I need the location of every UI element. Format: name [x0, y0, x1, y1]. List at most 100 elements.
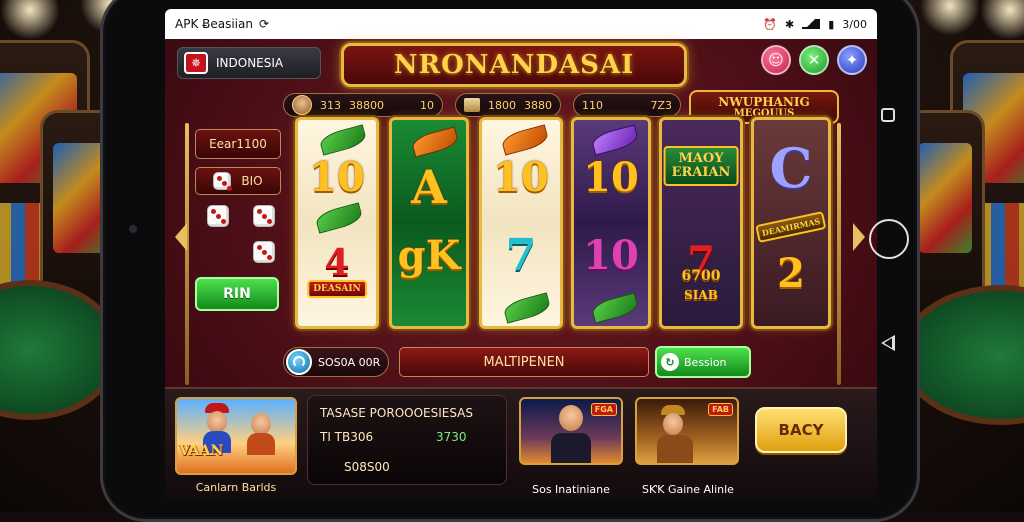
person-icon[interactable]: ☺ [761, 45, 791, 75]
stats-value: 3730 [436, 430, 467, 444]
globe-icon [286, 349, 312, 375]
leaf-icon [590, 124, 640, 156]
leaf-icon [314, 202, 364, 234]
status-bar: APK Ƀeasiian ⟳ ⏰ ✱ ▮ 3/00 [165, 9, 877, 39]
sync-icon: ⟳ [258, 17, 270, 31]
play-button[interactable]: BACY [755, 407, 847, 453]
reel-symbol: C [769, 136, 813, 200]
reel-symbol: 10 [493, 154, 549, 201]
bet-button[interactable]: Eear1100 [195, 129, 281, 159]
flag-icon: ✵ [184, 52, 208, 74]
balance-count: 10 [420, 98, 434, 112]
promo-logo: VAAN [179, 443, 224, 459]
home-icon[interactable] [869, 219, 909, 259]
alarm-icon: ⏰ [763, 17, 778, 31]
reel-symbol: 4 [324, 242, 350, 284]
dice-button[interactable]: BIO [195, 167, 281, 195]
back-icon[interactable] [881, 335, 895, 351]
leaf-icon [500, 124, 550, 156]
reel-tag: DEAMIRMAS [755, 210, 827, 244]
character-body [657, 435, 693, 463]
ceiling-light [920, 0, 980, 36]
character-face [207, 411, 227, 433]
reel-text: SIAB [684, 288, 718, 302]
stats-title: TASASE POROOOESIESAS [320, 406, 474, 420]
reel-symbol: 10 [309, 154, 365, 201]
player-card[interactable]: FAB [635, 397, 739, 465]
reel-3: 10 7 [479, 117, 563, 329]
leaf-icon [410, 126, 460, 158]
character-face [559, 405, 583, 431]
reel-5: MAOY ERAIAN 7 6700 SIAB [659, 117, 743, 329]
promo-card[interactable]: VAAN [175, 397, 297, 475]
game-title: NRONANDASAI [393, 50, 635, 80]
bluetooth-icon: ✱ [785, 17, 795, 31]
balance-value: 38800 [349, 98, 384, 112]
win-pill: 110 7Z3 [573, 93, 681, 117]
dice-icon [253, 241, 275, 263]
player-id: 313 [320, 98, 341, 112]
reel-6: C DEAMIRMAS 2 [751, 117, 831, 329]
character-face [663, 413, 683, 435]
dice-icon [207, 205, 229, 227]
character-body [247, 433, 275, 455]
player-card[interactable]: FGA [519, 397, 623, 465]
card-tag: FGA [590, 403, 617, 416]
player-caption: SƘK Gaine Alinle [642, 483, 734, 496]
reel-symbol: 10 [583, 232, 639, 279]
reel-symbol: 7 [505, 230, 537, 281]
reel-symbol: A [411, 160, 447, 214]
character-face [251, 413, 271, 435]
globe-label: SOS0A 00R [318, 355, 381, 369]
reel-symbol: 10 [583, 154, 639, 201]
reel-tag-line-2: ERAIAN [671, 165, 731, 180]
dice-icon [213, 172, 232, 190]
leaf-icon [318, 124, 368, 156]
win-value-a: 110 [582, 98, 603, 112]
globe-button[interactable]: SOS0A 00R [283, 347, 389, 377]
reel-4: 10 10 [571, 117, 651, 329]
reel-tag-line-1: MAOY [678, 151, 724, 166]
session-button[interactable]: ↻ Bession [655, 346, 751, 378]
reel-text: 6700 [681, 268, 721, 284]
bet-value-b: 3880 [524, 98, 552, 112]
left-rail [185, 123, 189, 385]
signal-icon [802, 19, 821, 29]
front-camera [129, 225, 137, 233]
dice-icon [253, 205, 275, 227]
scroll-icon [464, 98, 480, 112]
character-body [551, 433, 591, 463]
leaf-icon [502, 292, 552, 324]
bet-value-a: 1800 [488, 98, 516, 112]
region-label: INDONESIA [216, 56, 284, 70]
tablet-device: APK Ƀeasiian ⟳ ⏰ ✱ ▮ 3/00 ✵ INDONESIA NR… [100, 0, 920, 522]
region-selector[interactable]: ✵ INDONESIA [177, 47, 321, 79]
dice-label: BIO [241, 174, 263, 188]
refresh-icon: ↻ [661, 353, 679, 371]
player-caption: Sos Inatiniane [532, 483, 610, 496]
arrow-left-icon[interactable] [175, 223, 187, 251]
game-title-banner: NRONANDASAI [341, 43, 687, 87]
settings-icon[interactable]: ✦ [837, 45, 867, 75]
reel-2: A gK [389, 117, 469, 329]
reel-1: 10 4 DEASAIN [295, 117, 379, 329]
leaf-icon [590, 292, 640, 324]
clock-text: 3/00 [842, 17, 867, 31]
bet-pill: 1800 3880 [455, 93, 561, 117]
stats-value: S08S00 [344, 460, 390, 474]
stats-value: TI TB306 [320, 430, 374, 444]
multiplayer-button[interactable]: MALTIPENEN [399, 347, 649, 377]
promo-caption: Canlarn Barlds [195, 481, 277, 494]
card-tag: FAB [708, 403, 733, 416]
bottom-panel: VAAN Canlarn Barlds TASASE POROOOESIESAS… [165, 387, 877, 499]
player-balance-pill: 313 38800 10 [283, 93, 443, 117]
arrow-right-icon[interactable] [853, 223, 865, 251]
run-button[interactable]: RIN [195, 277, 279, 311]
top-icon-group: ☺ ✕ ✦ [761, 45, 867, 75]
recent-apps-icon[interactable] [881, 108, 895, 122]
reel-tag: DEASAIN [307, 280, 367, 298]
jackpot-line-1: NWUPHANIG [718, 95, 810, 109]
ceiling-light [980, 0, 1024, 40]
ceiling-light [0, 0, 60, 40]
close-icon[interactable]: ✕ [799, 45, 829, 75]
